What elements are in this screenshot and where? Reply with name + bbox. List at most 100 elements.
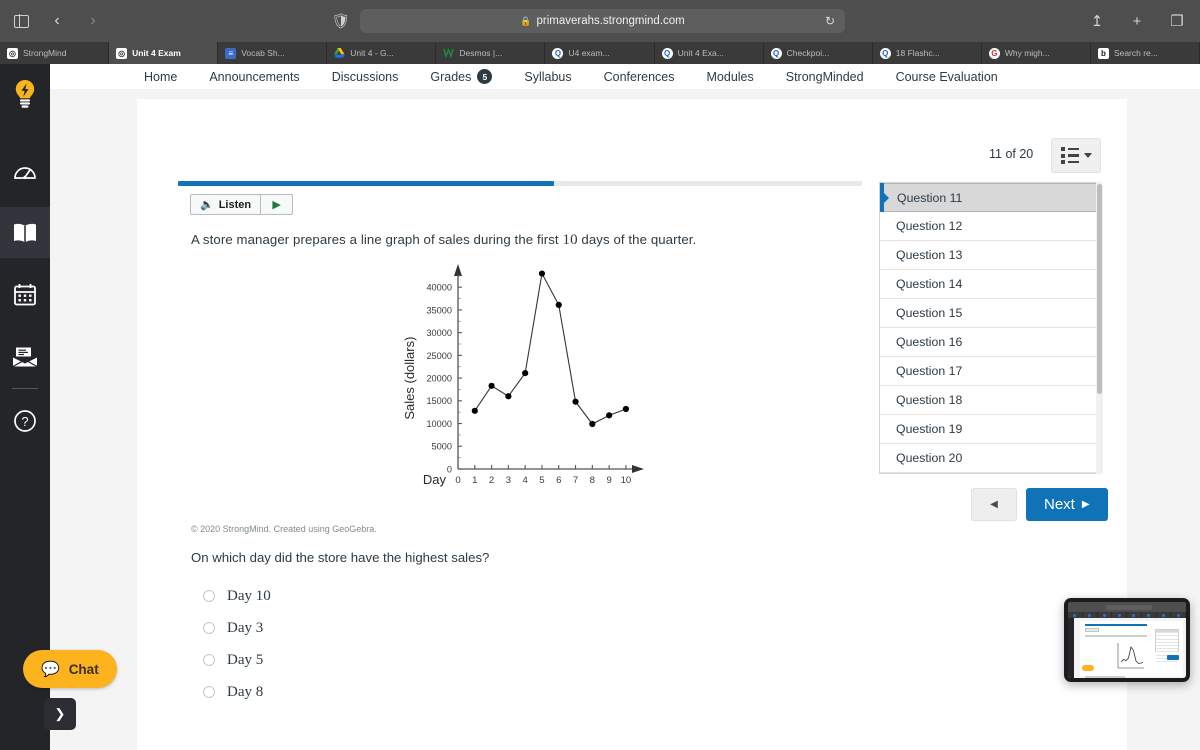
shield-icon[interactable]: 🛡: [330, 10, 352, 32]
data-point: [606, 412, 613, 419]
course-nav-item-announcements[interactable]: Announcements: [193, 70, 315, 84]
browser-tab-label: 18 Flashc...: [895, 48, 940, 58]
browser-tab-label: U4 exam...: [568, 48, 610, 58]
lightbulb-icon[interactable]: [0, 68, 50, 119]
previous-question-button[interactable]: ◀: [971, 488, 1017, 521]
chat-label: Chat: [68, 661, 99, 677]
question-list-item[interactable]: Question 17: [880, 357, 1102, 386]
x-axis-tick-label: 2: [489, 475, 494, 486]
data-point: [471, 407, 478, 414]
browser-tab[interactable]: ≡ Vocab Sh...: [218, 42, 328, 64]
answer-option-label: Day 8: [227, 683, 264, 700]
data-point: [538, 270, 546, 277]
listen-button[interactable]: 🔈 Listen: [191, 195, 260, 214]
y-axis-tick-label: 15000: [426, 396, 452, 406]
address-bar-url: primaverahs.strongmind.com: [536, 15, 685, 27]
x-axis-tick-label: 4: [522, 475, 528, 486]
play-icon[interactable]: ▶: [261, 195, 292, 214]
course-nav-item-course-evaluation[interactable]: Course Evaluation: [880, 70, 1014, 84]
question-list-item[interactable]: Question 11: [880, 183, 1102, 212]
x-axis-tick-label: 6: [556, 475, 561, 486]
course-nav-item-discussions[interactable]: Discussions: [316, 70, 415, 84]
question-list-item[interactable]: Question 18: [880, 386, 1102, 415]
question-list-dropdown-icon[interactable]: [1051, 138, 1101, 173]
answer-option[interactable]: Day 10: [203, 580, 703, 612]
picture-in-picture-preview[interactable]: [1064, 598, 1190, 682]
browser-tab[interactable]: Q Checkpoi...: [764, 42, 873, 64]
pip-sidebar-rail: [1068, 618, 1074, 678]
question-list-item[interactable]: Question 12: [880, 212, 1102, 241]
x-axis-tick-label: 0: [455, 475, 460, 486]
inbox-envelope-icon[interactable]: [0, 331, 50, 382]
list-lines: [1060, 147, 1079, 164]
browser-tab[interactable]: Q 18 Flashc...: [873, 42, 982, 64]
answer-radio[interactable]: [203, 590, 215, 602]
book-icon[interactable]: [0, 207, 50, 258]
browser-tab[interactable]: ◎ StrongMind: [0, 42, 110, 64]
next-question-button[interactable]: Next ▶: [1026, 488, 1108, 521]
question-list-item[interactable]: Question 16: [880, 328, 1102, 357]
question-list-item-label: Question 20: [896, 451, 963, 465]
answer-radio[interactable]: [203, 654, 215, 666]
pip-content-card: [1080, 621, 1183, 678]
question-list-item[interactable]: Question 15: [880, 299, 1102, 328]
question-list-item[interactable]: Question 19: [880, 415, 1102, 444]
answer-options: Day 10 Day 3 Day 5 Day 8: [203, 580, 703, 708]
question-list-item[interactable]: Question 13: [880, 241, 1102, 270]
browser-tab[interactable]: b Search re...: [1091, 42, 1200, 64]
question-list-item-label: Question 13: [896, 248, 963, 262]
browser-tab-label: Checkpoi...: [786, 48, 830, 58]
browser-tab[interactable]: Q Unit 4 Exa...: [655, 42, 764, 64]
back-chevron-icon[interactable]: ‹: [46, 10, 68, 32]
course-nav-item-label: Conferences: [603, 69, 675, 84]
calendar-icon[interactable]: [0, 269, 50, 320]
rail-divider: [12, 388, 38, 389]
course-nav-item-home[interactable]: Home: [128, 70, 193, 84]
browser-tab[interactable]: G Why migh...: [982, 42, 1091, 64]
canvas-icon: Q: [661, 47, 673, 59]
browser-tab[interactable]: Unit 4 - G...: [327, 42, 437, 64]
question-list-scrollbar[interactable]: [1096, 182, 1103, 474]
pip-question-list: [1155, 629, 1179, 662]
listen-toolbar: 🔈 Listen ▶: [190, 194, 294, 215]
stem-text-before: A store manager prepares a line graph of…: [191, 232, 563, 247]
course-nav-item-conferences[interactable]: Conferences: [588, 70, 691, 84]
answer-option[interactable]: Day 3: [203, 612, 703, 644]
question-list-item-label: Question 11: [897, 190, 963, 205]
course-nav-item-modules[interactable]: Modules: [691, 70, 770, 84]
help-circle-icon[interactable]: ?: [0, 395, 50, 446]
answer-option[interactable]: Day 8: [203, 676, 703, 708]
answer-option[interactable]: Day 5: [203, 644, 703, 676]
chat-button[interactable]: 💬 Chat: [23, 650, 117, 688]
svg-text:?: ?: [21, 414, 28, 429]
browser-tab-label: Unit 4 - G...: [350, 48, 394, 58]
sidebar-toggle-icon[interactable]: [10, 10, 32, 32]
browser-tab[interactable]: Q U4 exam...: [545, 42, 655, 64]
plus-icon[interactable]: +: [1126, 10, 1148, 32]
lock-icon: 🔒: [520, 15, 532, 26]
listen-label: Listen: [218, 198, 252, 211]
question-list-item[interactable]: Question 20: [880, 444, 1102, 473]
pip-next-button: [1167, 655, 1179, 660]
course-nav-item-strongminded[interactable]: StrongMinded: [770, 70, 880, 84]
browser-tab[interactable]: Desmos |...: [436, 42, 546, 64]
tabs-overview-icon[interactable]: ❐: [1166, 10, 1188, 32]
dashboard-gauge-icon[interactable]: [0, 145, 50, 196]
course-nav-item-syllabus[interactable]: Syllabus: [508, 70, 587, 84]
scrollbar-thumb[interactable]: [1097, 184, 1102, 394]
sidebar-expand-button[interactable]: ❯: [44, 698, 76, 730]
course-nav-item-grades[interactable]: Grades 5: [414, 69, 508, 84]
data-point: [488, 382, 495, 389]
forward-chevron-icon[interactable]: ›: [82, 10, 104, 32]
answer-radio[interactable]: [203, 686, 215, 698]
question-list-item[interactable]: Question 14: [880, 270, 1102, 299]
reload-icon[interactable]: ↻: [825, 14, 835, 28]
pip-stem-line: [1085, 635, 1147, 637]
pip-tab-strip: [1068, 612, 1186, 618]
address-bar[interactable]: 🔒 primaverahs.strongmind.com ↻: [360, 9, 845, 33]
share-icon[interactable]: ↥: [1086, 10, 1108, 32]
google-drive-icon: [334, 48, 345, 59]
browser-tab[interactable]: ◎ Unit 4 Exam: [109, 42, 219, 64]
answer-radio[interactable]: [203, 622, 215, 634]
y-axis-tick-label: 35000: [426, 305, 452, 315]
